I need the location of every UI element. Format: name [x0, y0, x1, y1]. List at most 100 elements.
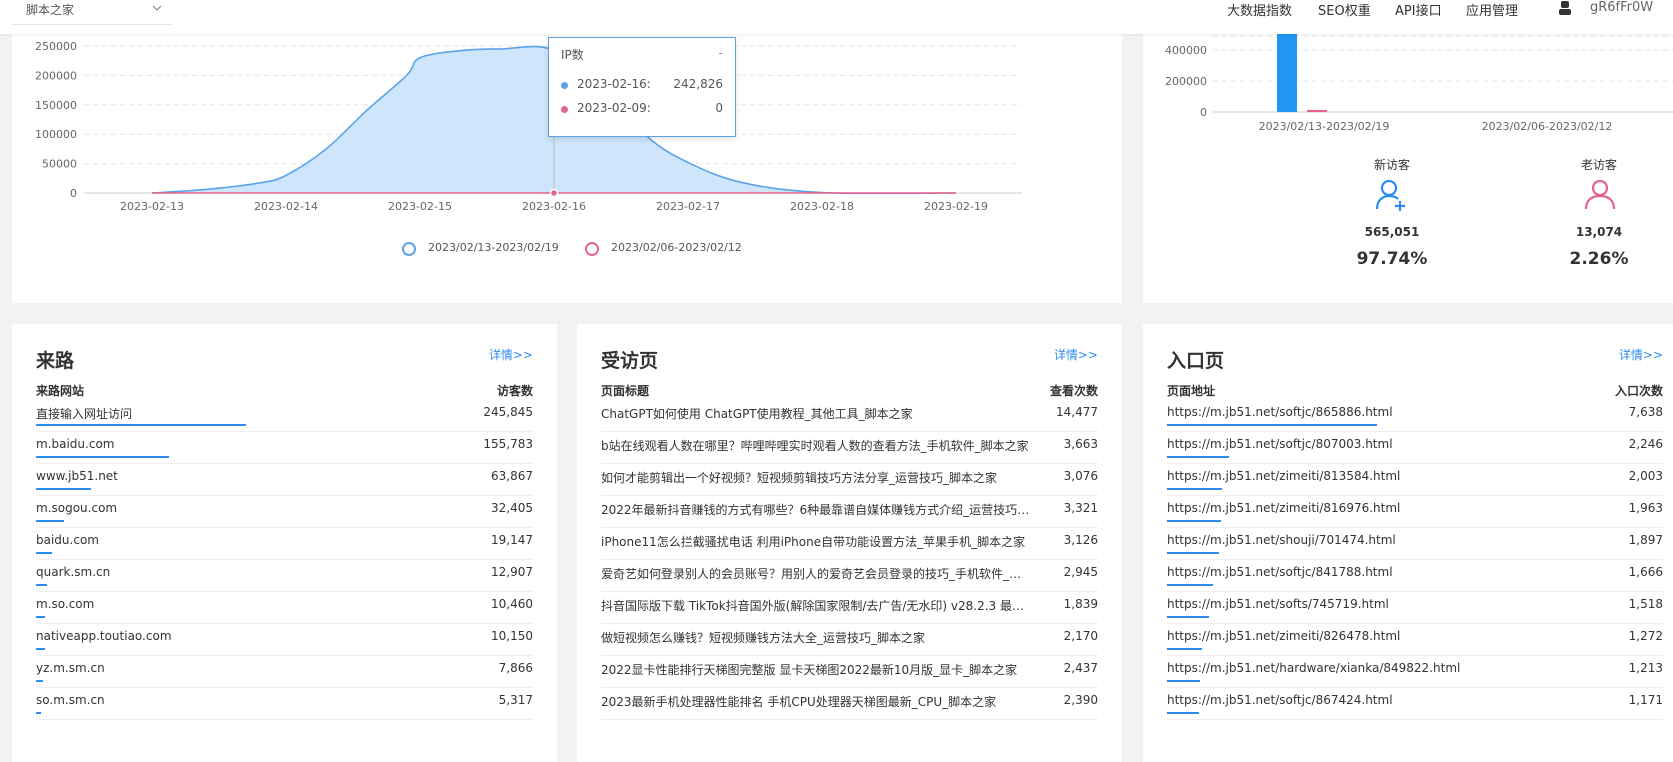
list-item-name[interactable]: https://m.jb51.net/zimeiti/813584.html: [1167, 469, 1400, 483]
list-item[interactable]: https://m.jb51.net/softjc/867424.html 1,1…: [1167, 687, 1663, 720]
list-item-value: 19,147: [491, 533, 533, 547]
list-item-name[interactable]: nativeapp.toutiao.com: [36, 629, 172, 643]
legend-previous-label[interactable]: 2023/02/06-2023/02/12: [611, 241, 742, 254]
list-item-name[interactable]: https://m.jb51.net/softjc/865886.html: [1167, 405, 1393, 419]
list-item-name[interactable]: m.sogou.com: [36, 501, 117, 515]
list-item[interactable]: 直接输入网址访问 245,845: [36, 399, 533, 432]
list-item[interactable]: nativeapp.toutiao.com 10,150: [36, 623, 533, 656]
visited-detail-link[interactable]: 详情>>: [1054, 346, 1098, 363]
list-item[interactable]: https://m.jb51.net/shouji/701474.html 1,8…: [1167, 527, 1663, 560]
y-tick-label: 200000: [35, 69, 77, 82]
list-item[interactable]: b站在线观看人数在哪里？哔哩哔哩实时观看人数的查看方法_手机软件_脚本之家 3,6…: [601, 431, 1098, 464]
list-item-value: 2,390: [1063, 693, 1098, 707]
list-item-share-bar: [36, 584, 47, 586]
list-item-name[interactable]: 做短视频怎么赚钱？短视频赚钱方法大全_运营技巧_脚本之家: [601, 629, 925, 646]
bar-old-visitors[interactable]: [1307, 109, 1327, 112]
list-item-name[interactable]: iPhone11怎么拦截骚扰电话 利用iPhone自带功能设置方法_苹果手机_脚…: [601, 533, 1025, 550]
list-item-share-bar: [1167, 712, 1199, 714]
list-item[interactable]: https://m.jb51.net/softs/745719.html 1,51…: [1167, 591, 1663, 624]
list-item[interactable]: 2022显卡性能排行天梯图完整版 显卡天梯图2022最新10月版_显卡_脚本之家…: [601, 655, 1098, 688]
list-item-name[interactable]: https://m.jb51.net/softjc/807003.html: [1167, 437, 1393, 451]
list-item-name[interactable]: 抖音国际版下载 TikTok抖音国外版(解除国家限制/去广告/无水印) v28.…: [601, 597, 1031, 614]
top-bar: 脚本之家 大数据指数 SEO权重 API接口 应用管理 gR6fFr0W: [0, 0, 1673, 34]
list-item-value: 1,963: [1628, 501, 1663, 515]
list-item[interactable]: https://m.jb51.net/zimeiti/816976.html 1,…: [1167, 495, 1663, 528]
list-item-value: 1,839: [1063, 597, 1098, 611]
list-item[interactable]: https://m.jb51.net/softjc/865886.html 7,6…: [1167, 399, 1663, 432]
list-item-value: 10,150: [491, 629, 533, 643]
list-item-name[interactable]: 2023最新手机处理器性能排名 手机CPU处理器天梯图最新_CPU_脚本之家: [601, 693, 996, 710]
list-item-name[interactable]: m.baidu.com: [36, 437, 114, 451]
list-item-name[interactable]: so.m.sm.cn: [36, 693, 105, 707]
list-item-name[interactable]: https://m.jb51.net/softs/745719.html: [1167, 597, 1389, 611]
list-item[interactable]: 2022年最新抖音赚钱的方式有哪些？6种最靠谱自媒体赚钱方式介绍_运营技巧_脚本…: [601, 495, 1098, 528]
tooltip-current-value: 242,826: [673, 77, 723, 91]
list-item-name[interactable]: 爱奇艺如何登录别人的会员账号？用别人的爱奇艺会员登录的技巧_手机软件_脚本之家: [601, 565, 1031, 582]
x-tick-label: 2023/02/06-2023/02/12: [1482, 120, 1613, 133]
username[interactable]: gR6fFr0W: [1590, 0, 1673, 20]
legend-previous-marker[interactable]: [585, 242, 599, 256]
list-item-name[interactable]: https://m.jb51.net/shouji/701474.html: [1167, 533, 1396, 547]
trend-legend: 2023/02/13-2023/02/19 2023/02/06-2023/02…: [402, 241, 822, 256]
legend-current-marker[interactable]: [402, 242, 416, 256]
new-visitor-count: 565,051: [1364, 225, 1420, 239]
list-item[interactable]: yz.m.sm.cn 7,866: [36, 655, 533, 688]
list-item-name[interactable]: m.so.com: [36, 597, 94, 611]
list-item[interactable]: https://m.jb51.net/zimeiti/826478.html 1,…: [1167, 623, 1663, 656]
list-item-name[interactable]: 2022显卡性能排行天梯图完整版 显卡天梯图2022最新10月版_显卡_脚本之家: [601, 661, 1017, 678]
list-item-value: 7,638: [1628, 405, 1663, 419]
user-icon[interactable]: [1558, 0, 1572, 16]
list-item-name[interactable]: quark.sm.cn: [36, 565, 110, 579]
list-item[interactable]: https://m.jb51.net/zimeiti/813584.html 2,…: [1167, 463, 1663, 496]
list-item-share-bar: [1167, 552, 1219, 554]
list-item-name[interactable]: b站在线观看人数在哪里？哔哩哔哩实时观看人数的查看方法_手机软件_脚本之家: [601, 437, 1029, 454]
list-item[interactable]: iPhone11怎么拦截骚扰电话 利用iPhone自带功能设置方法_苹果手机_脚…: [601, 527, 1098, 560]
entry-detail-link[interactable]: 详情>>: [1619, 346, 1663, 363]
list-item[interactable]: 抖音国际版下载 TikTok抖音国外版(解除国家限制/去广告/无水印) v28.…: [601, 591, 1098, 624]
list-item-name[interactable]: https://m.jb51.net/softjc/867424.html: [1167, 693, 1393, 707]
tooltip-title: IP数: [561, 48, 584, 62]
list-item[interactable]: 如何才能剪辑出一个好视频？短视频剪辑技巧方法分享_运营技巧_脚本之家 3,076: [601, 463, 1098, 496]
list-item[interactable]: 做短视频怎么赚钱？短视频赚钱方法大全_运营技巧_脚本之家 2,170: [601, 623, 1098, 656]
list-item[interactable]: www.jb51.net 63,867: [36, 463, 533, 496]
list-item-share-bar: [1167, 520, 1221, 522]
list-item[interactable]: so.m.sm.cn 5,317: [36, 687, 533, 720]
legend-current-label[interactable]: 2023/02/13-2023/02/19: [428, 241, 559, 254]
chevron-down-icon: [152, 5, 162, 11]
list-item-name[interactable]: https://m.jb51.net/zimeiti/826478.html: [1167, 629, 1400, 643]
list-item-value: 2,246: [1628, 437, 1663, 451]
list-item[interactable]: 爱奇艺如何登录别人的会员账号？用别人的爱奇艺会员登录的技巧_手机软件_脚本之家 2…: [601, 559, 1098, 592]
list-item[interactable]: https://m.jb51.net/softjc/807003.html 2,2…: [1167, 431, 1663, 464]
hover-point-previous[interactable]: [549, 188, 559, 198]
list-item-name[interactable]: www.jb51.net: [36, 469, 118, 483]
list-item-name[interactable]: 如何才能剪辑出一个好视频？短视频剪辑技巧方法分享_运营技巧_脚本之家: [601, 469, 997, 486]
list-item[interactable]: https://m.jb51.net/softjc/841788.html 1,6…: [1167, 559, 1663, 592]
visited-col-title: 页面标题: [601, 384, 650, 398]
list-item-name[interactable]: baidu.com: [36, 533, 99, 547]
list-item-name[interactable]: 直接输入网址访问: [36, 405, 132, 422]
trend-panel: 250000 200000 150000 100000 50000 0 2023-02-13…: [12, 30, 1122, 303]
list-item[interactable]: ChatGPT如何使用 ChatGPT使用教程_其他工具_脚本之家 14,477: [601, 399, 1098, 432]
list-item[interactable]: baidu.com 19,147: [36, 527, 533, 560]
list-item-value: 3,126: [1063, 533, 1098, 547]
list-item-value: 5,317: [498, 693, 533, 707]
list-item[interactable]: 2023最新手机处理器性能排名 手机CPU处理器天梯图最新_CPU_脚本之家 2,…: [601, 687, 1098, 720]
site-selector[interactable]: 脚本之家: [12, 0, 172, 25]
source-detail-link[interactable]: 详情>>: [489, 346, 533, 363]
y-tick-label: 150000: [35, 99, 77, 112]
list-item-name[interactable]: https://m.jb51.net/hardware/xianka/84982…: [1167, 661, 1460, 675]
list-item-name[interactable]: 2022年最新抖音赚钱的方式有哪些？6种最靠谱自媒体赚钱方式介绍_运营技巧_脚本…: [601, 501, 1031, 518]
list-item-share-bar: [1167, 648, 1202, 650]
list-item[interactable]: quark.sm.cn 12,907: [36, 559, 533, 592]
list-item-name[interactable]: ChatGPT如何使用 ChatGPT使用教程_其他工具_脚本之家: [601, 405, 913, 422]
list-item-name[interactable]: https://m.jb51.net/zimeiti/816976.html: [1167, 501, 1400, 515]
list-item-name[interactable]: https://m.jb51.net/softjc/841788.html: [1167, 565, 1393, 579]
tooltip-close[interactable]: -: [719, 46, 723, 60]
list-item-value: 63,867: [491, 469, 533, 483]
list-item[interactable]: m.baidu.com 155,783: [36, 431, 533, 464]
list-item[interactable]: m.sogou.com 32,405: [36, 495, 533, 528]
list-item[interactable]: https://m.jb51.net/hardware/xianka/84982…: [1167, 655, 1663, 688]
list-item-name[interactable]: yz.m.sm.cn: [36, 661, 105, 675]
bar-new-visitors[interactable]: [1277, 34, 1297, 112]
list-item[interactable]: m.so.com 10,460: [36, 591, 533, 624]
